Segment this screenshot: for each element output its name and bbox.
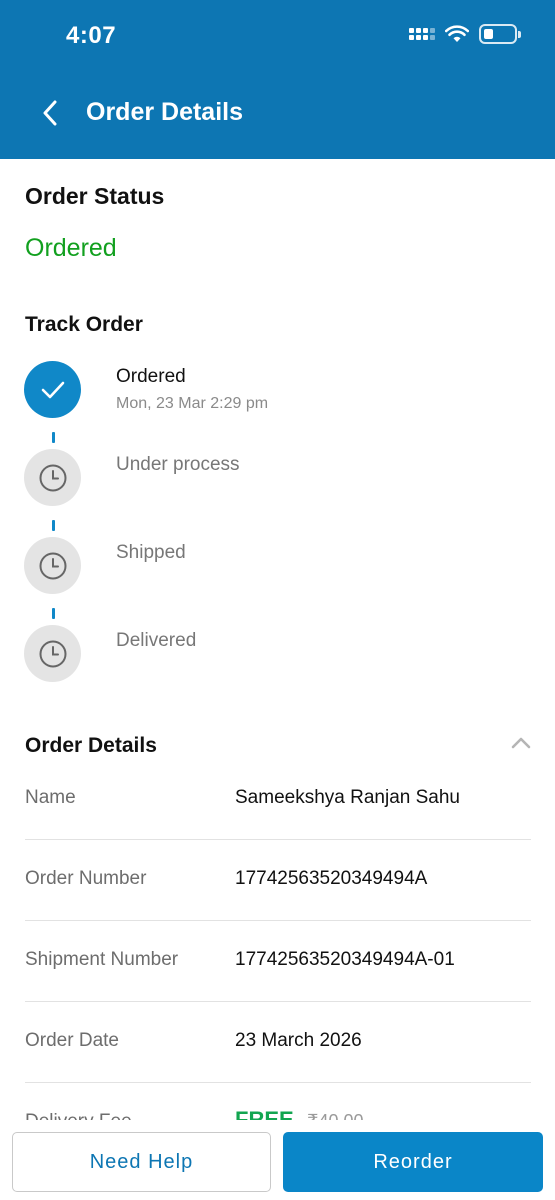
status-bar-time: 4:07 [66,22,117,49]
detail-value: 17742563520349494A [235,868,428,889]
step-connector [52,432,55,443]
detail-row-order-number: Order Number 17742563520349494A [25,840,531,921]
step-label: Ordered [116,366,186,387]
detail-label: Order Number [25,868,147,889]
need-help-button[interactable]: Need Help [12,1132,271,1192]
track-step-ordered: Ordered Mon, 23 Mar 2:29 pm [24,361,524,419]
step-pending-indicator [24,537,81,594]
back-button[interactable] [30,93,70,133]
detail-value: Sameekshya Ranjan Sahu [235,787,460,808]
page-title: Order Details [86,98,244,126]
reorder-button[interactable]: Reorder [283,1132,543,1192]
track-step-under-process: Under process [24,449,524,507]
detail-value: 17742563520349494A-01 [235,949,455,970]
clock-icon [39,552,66,579]
step-label: Delivered [116,630,197,651]
order-status-heading: Order Status [25,183,165,209]
track-step-delivered: Delivered [24,625,524,683]
step-pending-indicator [24,449,81,506]
step-date: Mon, 23 Mar 2:29 pm [116,395,269,412]
app-header: 4:07 Order Details [0,0,555,159]
chevron-left-icon [43,100,57,126]
check-icon [41,381,64,398]
track-order-heading: Track Order [25,313,143,336]
detail-row-shipment-number: Shipment Number 17742563520349494A-01 [25,921,531,1002]
order-status-value: Ordered [25,234,117,262]
chevron-up-icon[interactable] [510,736,532,750]
bottom-action-bar: Need Help Reorder [0,1120,555,1200]
battery-icon [479,24,521,44]
order-details-heading: Order Details [25,734,157,757]
step-connector [52,608,55,619]
step-label: Shipped [116,542,186,563]
detail-label: Order Date [25,1030,119,1051]
step-label: Under process [116,454,240,475]
detail-label: Shipment Number [25,949,179,970]
step-connector [52,520,55,531]
cellular-signal-icon [409,28,435,40]
wifi-icon [445,25,469,42]
detail-row-name: Name Sameekshya Ranjan Sahu [25,759,531,840]
clock-icon [39,640,66,667]
detail-row-order-date: Order Date 23 March 2026 [25,1002,531,1083]
step-pending-indicator [24,625,81,682]
status-bar-icons [409,24,521,44]
detail-label: Name [25,787,76,808]
detail-value: 23 March 2026 [235,1030,362,1051]
step-completed-indicator [24,361,81,418]
clock-icon [39,464,66,491]
track-step-shipped: Shipped [24,537,524,595]
